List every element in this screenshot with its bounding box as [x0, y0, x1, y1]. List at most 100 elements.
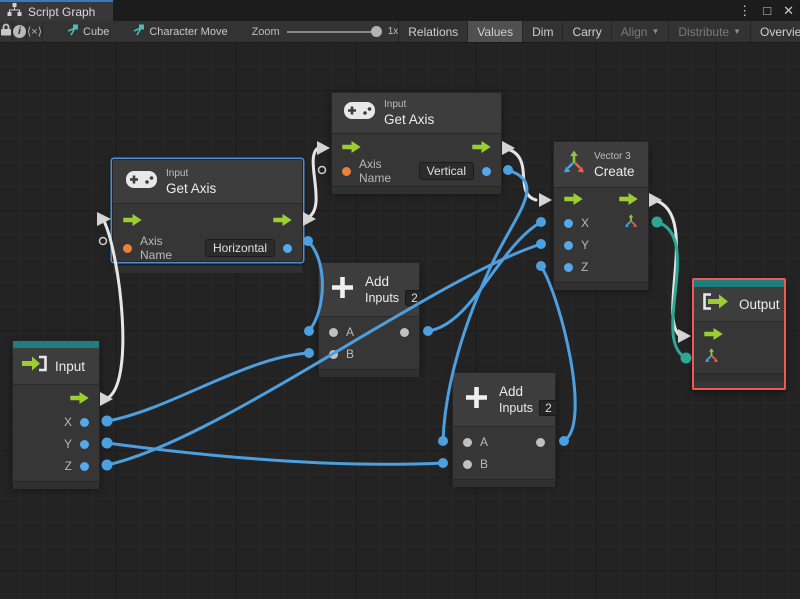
node-vector3-create[interactable]: Vector 3 Create X Y Z — [553, 141, 649, 290]
node-get-axis-vertical[interactable]: Input Get Axis Axis Name Vertical — [331, 92, 502, 194]
value-port[interactable] — [564, 262, 573, 272]
info-icon: i — [13, 25, 26, 38]
node-add-2[interactable]: Add Inputs 2 A B — [452, 372, 558, 487]
value-port[interactable] — [463, 459, 472, 469]
node-header[interactable]: Add Inputs 2 — [319, 263, 424, 317]
node-get-axis-horizontal[interactable]: Input Get Axis Axis Name Horizontal — [112, 159, 303, 273]
vector3-icon — [562, 150, 586, 179]
tab-script-graph[interactable]: Script Graph — [0, 0, 113, 21]
node-title: Create — [594, 163, 635, 179]
axis-name-field[interactable]: Horizontal — [204, 239, 275, 257]
script-graph-icon — [7, 2, 22, 21]
node-header[interactable]: Input Get Axis — [332, 93, 501, 134]
node-header[interactable]: Vector 3 Create — [554, 142, 648, 188]
port-row-a[interactable]: A — [453, 431, 555, 453]
flow-row[interactable] — [554, 190, 648, 212]
flow-row[interactable] — [332, 138, 501, 160]
flow-arrow-icon — [619, 192, 638, 210]
port-label: B — [480, 457, 489, 471]
port-row-b[interactable]: B — [319, 343, 419, 365]
zoom-slider-handle[interactable] — [370, 25, 382, 37]
value-port[interactable] — [482, 166, 491, 176]
carry-button[interactable]: Carry — [562, 21, 610, 42]
values-button[interactable]: Values — [467, 21, 523, 42]
axis-name-field[interactable]: Vertical — [418, 162, 474, 180]
value-port[interactable] — [283, 243, 292, 253]
tab-bar: Script Graph ⋮ □ ✕ — [0, 0, 800, 21]
value-port[interactable] — [80, 417, 89, 427]
port-row-x[interactable]: X — [554, 212, 648, 234]
node-add-1[interactable]: Add Inputs 2 A B — [318, 262, 424, 377]
align-dropdown[interactable]: Align ▼ — [610, 21, 669, 42]
axis-name-row[interactable]: Axis Name Vertical — [332, 157, 501, 185]
vector3-input-row[interactable] — [694, 347, 784, 369]
port-row-x[interactable]: X — [13, 411, 99, 433]
value-port[interactable] — [329, 327, 338, 337]
result-port[interactable] — [400, 327, 409, 337]
overview-button[interactable]: Overview — [750, 21, 800, 42]
relations-button[interactable]: Relations — [398, 21, 467, 42]
port-row-a[interactable]: A — [319, 321, 419, 343]
lock-icon — [0, 23, 12, 41]
info-button[interactable]: i — [13, 21, 27, 42]
port-label: Z — [64, 459, 72, 473]
flow-arrow-icon — [70, 391, 89, 409]
lock-button[interactable] — [0, 21, 13, 42]
inputs-label: Inputs — [499, 400, 534, 415]
align-label: Align — [620, 24, 648, 39]
vector3-port-icon[interactable] — [624, 213, 638, 233]
axis-name-row[interactable]: Axis Name Horizontal — [113, 234, 302, 262]
zoom-value: 1x — [387, 26, 399, 37]
node-output[interactable]: Output — [692, 278, 786, 390]
node-footer — [453, 479, 555, 487]
breadcrumb-character-move[interactable]: Character Move — [121, 21, 237, 42]
breadcrumb-cube[interactable]: Cube — [55, 21, 119, 42]
node-header[interactable]: Input Get Axis — [113, 160, 302, 204]
close-icon[interactable]: ✕ — [783, 0, 794, 21]
node-footer — [319, 369, 419, 377]
string-port[interactable] — [123, 243, 132, 253]
flow-arrow-icon — [342, 140, 361, 158]
zoom-slider[interactable] — [286, 21, 382, 42]
port-row-y[interactable]: Y — [13, 433, 99, 455]
node-header[interactable]: Input — [13, 348, 99, 385]
port-row-b[interactable]: B — [453, 453, 555, 475]
port-row-z[interactable]: Z — [554, 256, 648, 278]
node-input[interactable]: Input X Y Z — [12, 340, 100, 489]
port-row-y[interactable]: Y — [554, 234, 648, 256]
result-port[interactable] — [536, 437, 545, 447]
dim-button[interactable]: Dim — [522, 21, 562, 42]
port-label: Axis Name — [140, 234, 173, 262]
node-header[interactable]: Add Inputs 2 — [453, 373, 558, 427]
value-port[interactable] — [80, 439, 89, 449]
vector3-port-icon[interactable] — [704, 348, 719, 368]
value-port[interactable] — [463, 437, 472, 447]
node-title: Get Axis — [384, 112, 435, 127]
string-port[interactable] — [342, 166, 351, 176]
node-title: Output — [739, 296, 780, 312]
breadcrumb-label: Character Move — [149, 25, 228, 38]
value-port[interactable] — [564, 218, 573, 228]
flow-row[interactable] — [113, 209, 302, 235]
value-port[interactable] — [329, 349, 338, 359]
node-title: Add — [365, 273, 390, 289]
graph-node-icon — [65, 23, 79, 41]
value-port[interactable] — [80, 461, 89, 471]
flow-input-row[interactable] — [694, 325, 784, 347]
node-footer — [332, 186, 501, 194]
port-label: Y — [581, 238, 590, 252]
node-header[interactable]: Output — [694, 287, 784, 322]
distribute-dropdown[interactable]: Distribute ▼ — [668, 21, 750, 42]
node-title: Get Axis — [166, 180, 217, 196]
breadcrumb-label: Cube — [83, 25, 110, 38]
script-graph-window: Script Graph ⋮ □ ✕ i ⟨×⟩ Cube Character … — [0, 0, 800, 599]
flow-output-row[interactable] — [13, 389, 99, 411]
code-preview-button[interactable]: ⟨×⟩ — [27, 21, 44, 42]
plus-icon — [464, 385, 489, 415]
value-port[interactable] — [564, 240, 573, 250]
inputs-count-field[interactable]: 2 — [539, 400, 558, 416]
inputs-count-field[interactable]: 2 — [405, 290, 424, 306]
port-row-z[interactable]: Z — [13, 455, 99, 477]
maximize-icon[interactable]: □ — [763, 0, 771, 21]
window-menu-icon[interactable]: ⋮ — [738, 0, 751, 21]
